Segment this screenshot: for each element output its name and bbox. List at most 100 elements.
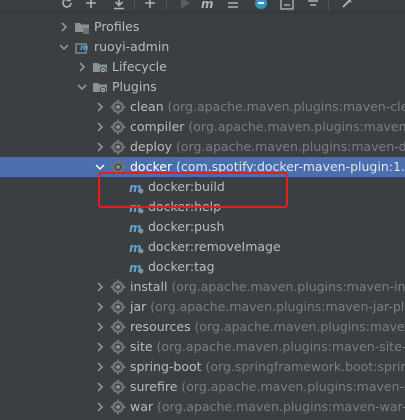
plugin-coordinates: (org.apache.maven.plugins:maven-war-plug bbox=[157, 399, 405, 414]
tree-item-label: Lifecycle bbox=[112, 59, 167, 75]
tree-item-name: deploy bbox=[130, 139, 173, 154]
plugin-coordinates: (org.apache.maven.plugins:maven-sure bbox=[181, 379, 405, 394]
tree-item-site[interactable]: site (org.apache.maven.plugins:maven-sit… bbox=[0, 337, 405, 357]
tree-item-docker[interactable]: docker (com.spotify:docker-maven-plugin:… bbox=[0, 157, 405, 177]
tree-item-compiler[interactable]: compiler (org.apache.maven.plugins:maven… bbox=[0, 117, 405, 137]
tree-item-deploy[interactable]: deploy (org.apache.maven.plugins:maven-d… bbox=[0, 137, 405, 157]
goal-item-docker-build[interactable]: m docker:build bbox=[0, 177, 405, 197]
chevron-down-icon[interactable] bbox=[76, 81, 88, 93]
plugin-icon bbox=[110, 399, 126, 415]
chevron-right-icon[interactable] bbox=[94, 381, 106, 393]
tree-item-plugins[interactable]: Plugins bbox=[0, 77, 405, 97]
maven-toolbar: m bbox=[0, 0, 405, 13]
settings-icon[interactable] bbox=[340, 0, 354, 10]
chevron-right-icon[interactable] bbox=[94, 321, 106, 333]
tree-item-label: site (org.apache.maven.plugins:maven-sit… bbox=[130, 339, 405, 355]
tree-item-name: docker:help bbox=[148, 199, 222, 214]
refresh-icon[interactable] bbox=[60, 0, 74, 10]
chevron-down-icon[interactable] bbox=[94, 161, 106, 173]
tree-item-label: docker (com.spotify:docker-maven-plugin:… bbox=[130, 159, 405, 175]
tree-item-label: Plugins bbox=[112, 79, 157, 95]
chevron-down-icon[interactable] bbox=[58, 41, 70, 53]
add-icon[interactable] bbox=[143, 0, 157, 10]
tree-item-label: docker:push bbox=[148, 219, 224, 235]
plugin-coordinates: (org.apache.maven.plugins:maven-clean-p bbox=[167, 99, 405, 114]
tree-item-label: war (org.apache.maven.plugins:maven-war-… bbox=[130, 399, 405, 415]
plugin-icon bbox=[110, 379, 126, 395]
chevron-right-icon[interactable] bbox=[94, 281, 106, 293]
tree-item-label: jar (org.apache.maven.plugins:maven-jar-… bbox=[130, 299, 405, 315]
chevron-right-icon[interactable] bbox=[94, 301, 106, 313]
tree-item-name: resources bbox=[130, 319, 191, 334]
tree-item-name: jar bbox=[130, 299, 147, 314]
chevron-right-icon[interactable] bbox=[76, 61, 88, 73]
maven-goal-icon[interactable]: m bbox=[201, 0, 215, 11]
tree-item-name: install bbox=[130, 279, 168, 294]
tree-item-war[interactable]: war (org.apache.maven.plugins:maven-war-… bbox=[0, 397, 405, 417]
plugin-icon bbox=[110, 359, 126, 375]
tree-item-name: docker:removeImage bbox=[148, 239, 281, 254]
svg-text:m: m bbox=[80, 43, 88, 52]
tree-item-label: compiler (org.apache.maven.plugins:maven… bbox=[130, 119, 405, 135]
add-icon[interactable] bbox=[84, 0, 98, 10]
goal-item-docker-push[interactable]: m docker:push bbox=[0, 217, 405, 237]
collapse-all-icon[interactable] bbox=[306, 0, 320, 10]
tree-item-label: install (org.apache.maven.plugins:maven-… bbox=[130, 279, 405, 295]
tree-item-surefire[interactable]: surefire (org.apache.maven.plugins:maven… bbox=[0, 377, 405, 397]
svg-text:m: m bbox=[201, 0, 214, 10]
tree-item-resources[interactable]: resources (org.apache.maven.plugins:mave… bbox=[0, 317, 405, 337]
skip-tests-icon[interactable] bbox=[254, 0, 268, 10]
chevron-right-icon[interactable] bbox=[94, 121, 106, 133]
tree-item-profiles[interactable]: Profiles bbox=[0, 17, 405, 37]
show-dependencies-icon[interactable] bbox=[280, 0, 294, 10]
goal-item-docker-help[interactable]: m docker:help bbox=[0, 197, 405, 217]
tree-item-label: Profiles bbox=[94, 19, 139, 35]
toggle-offline-icon[interactable] bbox=[226, 0, 240, 10]
tree-item-name: war bbox=[130, 399, 154, 414]
goal-item-docker-tag[interactable]: m docker:tag bbox=[0, 257, 405, 277]
tree-item-name: docker:tag bbox=[148, 259, 215, 274]
tree-item-name: docker:push bbox=[148, 219, 225, 234]
tree-item-name: spring-boot bbox=[130, 359, 202, 374]
plugin-icon bbox=[110, 279, 126, 295]
tree-item-name: docker bbox=[130, 159, 173, 174]
tree-item-label: docker:build bbox=[148, 179, 225, 195]
tree-item-lifecycle[interactable]: Lifecycle bbox=[0, 57, 405, 77]
chevron-right-icon[interactable] bbox=[94, 341, 106, 353]
tree-item-install[interactable]: install (org.apache.maven.plugins:maven-… bbox=[0, 277, 405, 297]
chevron-right-icon[interactable] bbox=[94, 141, 106, 153]
chevron-right-icon[interactable] bbox=[58, 21, 70, 33]
tree-item-label: clean (org.apache.maven.plugins:maven-cl… bbox=[130, 99, 405, 115]
tree-item-jar[interactable]: jar (org.apache.maven.plugins:maven-jar-… bbox=[0, 297, 405, 317]
tree-item-label: spring-boot (org.springframework.boot:sp… bbox=[130, 359, 405, 375]
tree-item-name: Lifecycle bbox=[112, 59, 167, 74]
plugin-coordinates: (org.springframework.boot:spring- bbox=[201, 359, 405, 374]
goal-icon: m bbox=[128, 179, 144, 195]
tree-item-label: docker:tag bbox=[148, 259, 215, 275]
tree-item-clean[interactable]: clean (org.apache.maven.plugins:maven-cl… bbox=[0, 97, 405, 117]
download-icon[interactable] bbox=[112, 0, 126, 10]
chevron-right-icon[interactable] bbox=[94, 361, 106, 373]
folder-profiles-icon bbox=[74, 19, 90, 35]
goal-item-docker-removeimage[interactable]: m docker:removeImage bbox=[0, 237, 405, 257]
plugin-coordinates: (org.apache.maven.plugins:maven-jar-plug… bbox=[146, 299, 405, 314]
tree-item-label: ruoyi-admin bbox=[94, 39, 169, 55]
run-icon[interactable] bbox=[178, 0, 192, 10]
plugin-coordinates: (org.apache.maven.plugins:maven-rem bbox=[194, 319, 405, 334]
plugin-coordinates: (org.apache.maven.plugins:maven-site-plu… bbox=[156, 339, 405, 354]
folder-gear-icon bbox=[92, 79, 108, 95]
tree-item-spring-boot[interactable]: spring-boot (org.springframework.boot:sp… bbox=[0, 357, 405, 377]
goal-icon: m bbox=[128, 199, 144, 215]
plugin-coordinates: (org.apache.maven.plugins:maven-comp bbox=[188, 119, 405, 134]
plugin-icon bbox=[110, 319, 126, 335]
tree-item-name: docker:build bbox=[148, 179, 225, 194]
tree-item-ruoyi-admin[interactable]: m ruoyi-admin bbox=[0, 37, 405, 57]
plugin-icon bbox=[110, 119, 126, 135]
plugin-coordinates: (org.apache.maven.plugins:maven-install- bbox=[171, 279, 405, 294]
goal-icon: m bbox=[128, 259, 144, 275]
plugin-coordinates: (com.spotify:docker-maven-plugin:1.2.2 bbox=[172, 159, 405, 174]
plugin-icon bbox=[110, 99, 126, 115]
chevron-right-icon[interactable] bbox=[94, 401, 106, 413]
chevron-right-icon[interactable] bbox=[94, 101, 106, 113]
tree-item-label: resources (org.apache.maven.plugins:mave… bbox=[130, 319, 405, 335]
